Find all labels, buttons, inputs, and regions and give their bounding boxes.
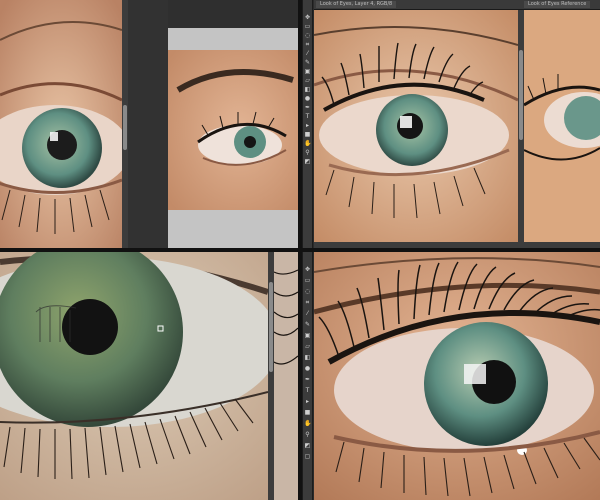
- scrollbar-thumb[interactable]: [123, 105, 127, 150]
- eraser-icon[interactable]: ▱: [304, 343, 311, 350]
- lasso-icon[interactable]: ◌: [304, 288, 311, 295]
- gradient-icon[interactable]: ◧: [304, 86, 311, 93]
- panel-bottom-right: ✥ ▭ ◌ ⌗ ⁄ ✎ ▣ ▱ ◧ ● ✒ T ▸ ■ ✋ ⚲ ◩ ▢: [302, 252, 600, 500]
- tools-panel: ✥ ▭ ◌ ⌗ ⁄ ✎ ▣ ▱ ◧ ● ✒ T ▸ ■ ✋ ⚲ ◩ ▢: [302, 252, 313, 500]
- pen-icon[interactable]: ✒: [304, 376, 311, 383]
- text-icon[interactable]: T: [304, 113, 311, 120]
- shape-icon[interactable]: ■: [304, 409, 311, 416]
- dodge-icon[interactable]: ●: [304, 95, 311, 102]
- reference-window: [128, 0, 298, 248]
- scrollbar-thumb[interactable]: [519, 50, 523, 140]
- marquee-icon[interactable]: ▭: [304, 23, 311, 30]
- crop-icon[interactable]: ⌗: [304, 41, 311, 48]
- hand-icon[interactable]: ✋: [304, 420, 311, 427]
- pen-icon[interactable]: ✒: [304, 104, 311, 111]
- move-icon[interactable]: ✥: [304, 14, 311, 21]
- lasso-icon[interactable]: ◌: [304, 32, 311, 39]
- panel-top-right: ✥ ▭ ◌ ⌗ ⁄ ✎ ▣ ▱ ◧ ● ✒ T ▸ ■ ✋ ⚲ ◩ Look of Eyes, Layer 4,…: [302, 0, 600, 248]
- canvas-eye-painting-top-left[interactable]: [0, 0, 122, 248]
- reference-photo[interactable]: [168, 50, 298, 210]
- scrollbar-thumb[interactable]: [269, 282, 273, 372]
- canvas-eye-painting-top-right[interactable]: [314, 10, 518, 242]
- panel-top-left: [0, 0, 298, 248]
- reference-gray-top: [168, 28, 298, 50]
- path-icon[interactable]: ▸: [304, 398, 311, 405]
- tab-reference[interactable]: Look of Eyes Reference: [524, 1, 591, 8]
- brush-icon[interactable]: ✎: [304, 321, 311, 328]
- canvas-lash-crop[interactable]: [274, 252, 298, 500]
- stamp-icon[interactable]: ▣: [304, 332, 311, 339]
- text-icon[interactable]: T: [304, 387, 311, 394]
- shape-icon[interactable]: ■: [304, 131, 311, 138]
- zoom-icon[interactable]: ⚲: [304, 431, 311, 438]
- panel-bottom-left: [0, 252, 298, 500]
- horizontal-scrollbar[interactable]: [314, 242, 600, 248]
- marquee-icon[interactable]: ▭: [304, 277, 311, 284]
- canvas-eye-final-bottom-right[interactable]: [314, 252, 600, 500]
- dodge-icon[interactable]: ●: [304, 365, 311, 372]
- eraser-icon[interactable]: ▱: [304, 77, 311, 84]
- canvas-eye-closeup-bottom-left[interactable]: [0, 252, 268, 500]
- crop-icon[interactable]: ⌗: [304, 299, 311, 306]
- hand-icon[interactable]: ✋: [304, 140, 311, 147]
- tab-bar: Look of Eyes, Layer 4, RGB/8 Look of Eye…: [314, 0, 600, 10]
- stamp-icon[interactable]: ▣: [304, 68, 311, 75]
- tab-document[interactable]: Look of Eyes, Layer 4, RGB/8: [316, 1, 397, 8]
- eyedropper-icon[interactable]: ⁄: [304, 310, 311, 317]
- color-swatch-icon[interactable]: ◩: [304, 158, 311, 165]
- screen-mode-icon[interactable]: ▢: [304, 453, 311, 460]
- reference-gray-area: [168, 210, 298, 248]
- zoom-icon[interactable]: ⚲: [304, 149, 311, 156]
- path-icon[interactable]: ▸: [304, 122, 311, 129]
- reference-window-dark-band: [128, 0, 168, 248]
- tools-panel: ✥ ▭ ◌ ⌗ ⁄ ✎ ▣ ▱ ◧ ● ✒ T ▸ ■ ✋ ⚲ ◩: [302, 0, 313, 248]
- brush-icon[interactable]: ✎: [304, 59, 311, 66]
- color-swatch-icon[interactable]: ◩: [304, 442, 311, 449]
- move-icon[interactable]: ✥: [304, 266, 311, 273]
- eyedropper-icon[interactable]: ⁄: [304, 50, 311, 57]
- canvas-reference-crop[interactable]: [524, 10, 600, 242]
- gradient-icon[interactable]: ◧: [304, 354, 311, 361]
